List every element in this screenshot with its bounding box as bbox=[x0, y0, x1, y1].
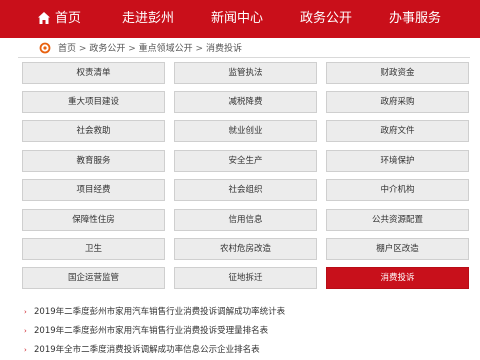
breadcrumb-item-complaints[interactable]: 消费投诉 bbox=[206, 44, 242, 54]
category-item[interactable]: 社会组织 bbox=[174, 179, 317, 201]
nav-services[interactable]: 办事服务 bbox=[389, 0, 441, 38]
category-item[interactable]: 卫生 bbox=[22, 238, 165, 260]
location-icon bbox=[39, 42, 51, 54]
category-item[interactable]: 财政资金 bbox=[326, 62, 469, 84]
category-item[interactable]: 教育服务 bbox=[22, 150, 165, 172]
category-item[interactable]: 公共资源配置 bbox=[326, 209, 469, 231]
category-item[interactable]: 政府采购 bbox=[326, 91, 469, 113]
category-item[interactable]: 中介机构 bbox=[326, 179, 469, 201]
breadcrumb-item-affairs[interactable]: 政务公开 bbox=[89, 44, 125, 54]
breadcrumb-path: 首页 > 政务公开 > 重点领域公开 > 消费投诉 bbox=[58, 41, 242, 54]
article-title[interactable]: 2019年二季度彭州市家用汽车销售行业消费投诉受理量排名表 bbox=[34, 326, 268, 336]
nav-news[interactable]: 新闻中心 bbox=[211, 0, 263, 38]
breadcrumb: 首页 > 政务公开 > 重点领域公开 > 消费投诉 bbox=[0, 38, 480, 58]
list-item[interactable]: › 2019年二季度彭州市家用汽车销售行业消费投诉调解成功率统计表 bbox=[24, 305, 285, 317]
category-item[interactable]: 项目经费 bbox=[22, 179, 165, 201]
category-item[interactable]: 重大项目建设 bbox=[22, 91, 165, 113]
breadcrumb-separator: > bbox=[195, 44, 204, 54]
breadcrumb-separator: > bbox=[78, 44, 87, 54]
category-item[interactable]: 社会救助 bbox=[22, 120, 165, 142]
category-item[interactable]: 环境保护 bbox=[326, 150, 469, 172]
article-title[interactable]: 2019年二季度彭州市家用汽车销售行业消费投诉调解成功率统计表 bbox=[34, 307, 285, 317]
breadcrumb-separator: > bbox=[128, 44, 136, 54]
category-item[interactable]: 减税降费 bbox=[174, 91, 317, 113]
breadcrumb-divider bbox=[18, 57, 470, 58]
category-item[interactable]: 安全生产 bbox=[174, 150, 317, 172]
list-item[interactable]: › 2019年二季度彭州市家用汽车销售行业消费投诉受理量排名表 bbox=[24, 324, 268, 336]
bullet-icon: › bbox=[24, 308, 27, 316]
bullet-icon: › bbox=[24, 346, 27, 354]
category-item[interactable]: 信用信息 bbox=[174, 209, 317, 231]
category-item-active[interactable]: 消费投诉 bbox=[326, 267, 469, 289]
list-item[interactable]: › 2019年全市二季度消费投诉调解成功率信息公示企业排名表 bbox=[24, 343, 260, 355]
nav-tour[interactable]: 走进彭州 bbox=[122, 0, 174, 38]
category-item[interactable]: 就业创业 bbox=[174, 120, 317, 142]
bullet-icon: › bbox=[24, 327, 27, 335]
article-title[interactable]: 2019年全市二季度消费投诉调解成功率信息公示企业排名表 bbox=[34, 345, 260, 355]
category-item[interactable]: 征地拆迁 bbox=[174, 267, 317, 289]
category-item[interactable]: 保障性住房 bbox=[22, 209, 165, 231]
breadcrumb-item-key-areas[interactable]: 重点领域公开 bbox=[139, 44, 193, 54]
category-item[interactable]: 政府文件 bbox=[326, 120, 469, 142]
category-item[interactable]: 权责清单 bbox=[22, 62, 165, 84]
category-item[interactable]: 棚户区改造 bbox=[326, 238, 469, 260]
category-item[interactable]: 国企运营监管 bbox=[22, 267, 165, 289]
category-item[interactable]: 监管执法 bbox=[174, 62, 317, 84]
nav-affairs[interactable]: 政务公开 bbox=[300, 0, 352, 38]
nav-home[interactable]: 首页 bbox=[55, 0, 81, 38]
top-navigation: 首页 走进彭州 新闻中心 政务公开 办事服务 bbox=[0, 0, 480, 38]
home-icon[interactable] bbox=[37, 11, 51, 25]
category-item[interactable]: 农村危房改造 bbox=[174, 238, 317, 260]
breadcrumb-item-home[interactable]: 首页 bbox=[58, 44, 76, 54]
